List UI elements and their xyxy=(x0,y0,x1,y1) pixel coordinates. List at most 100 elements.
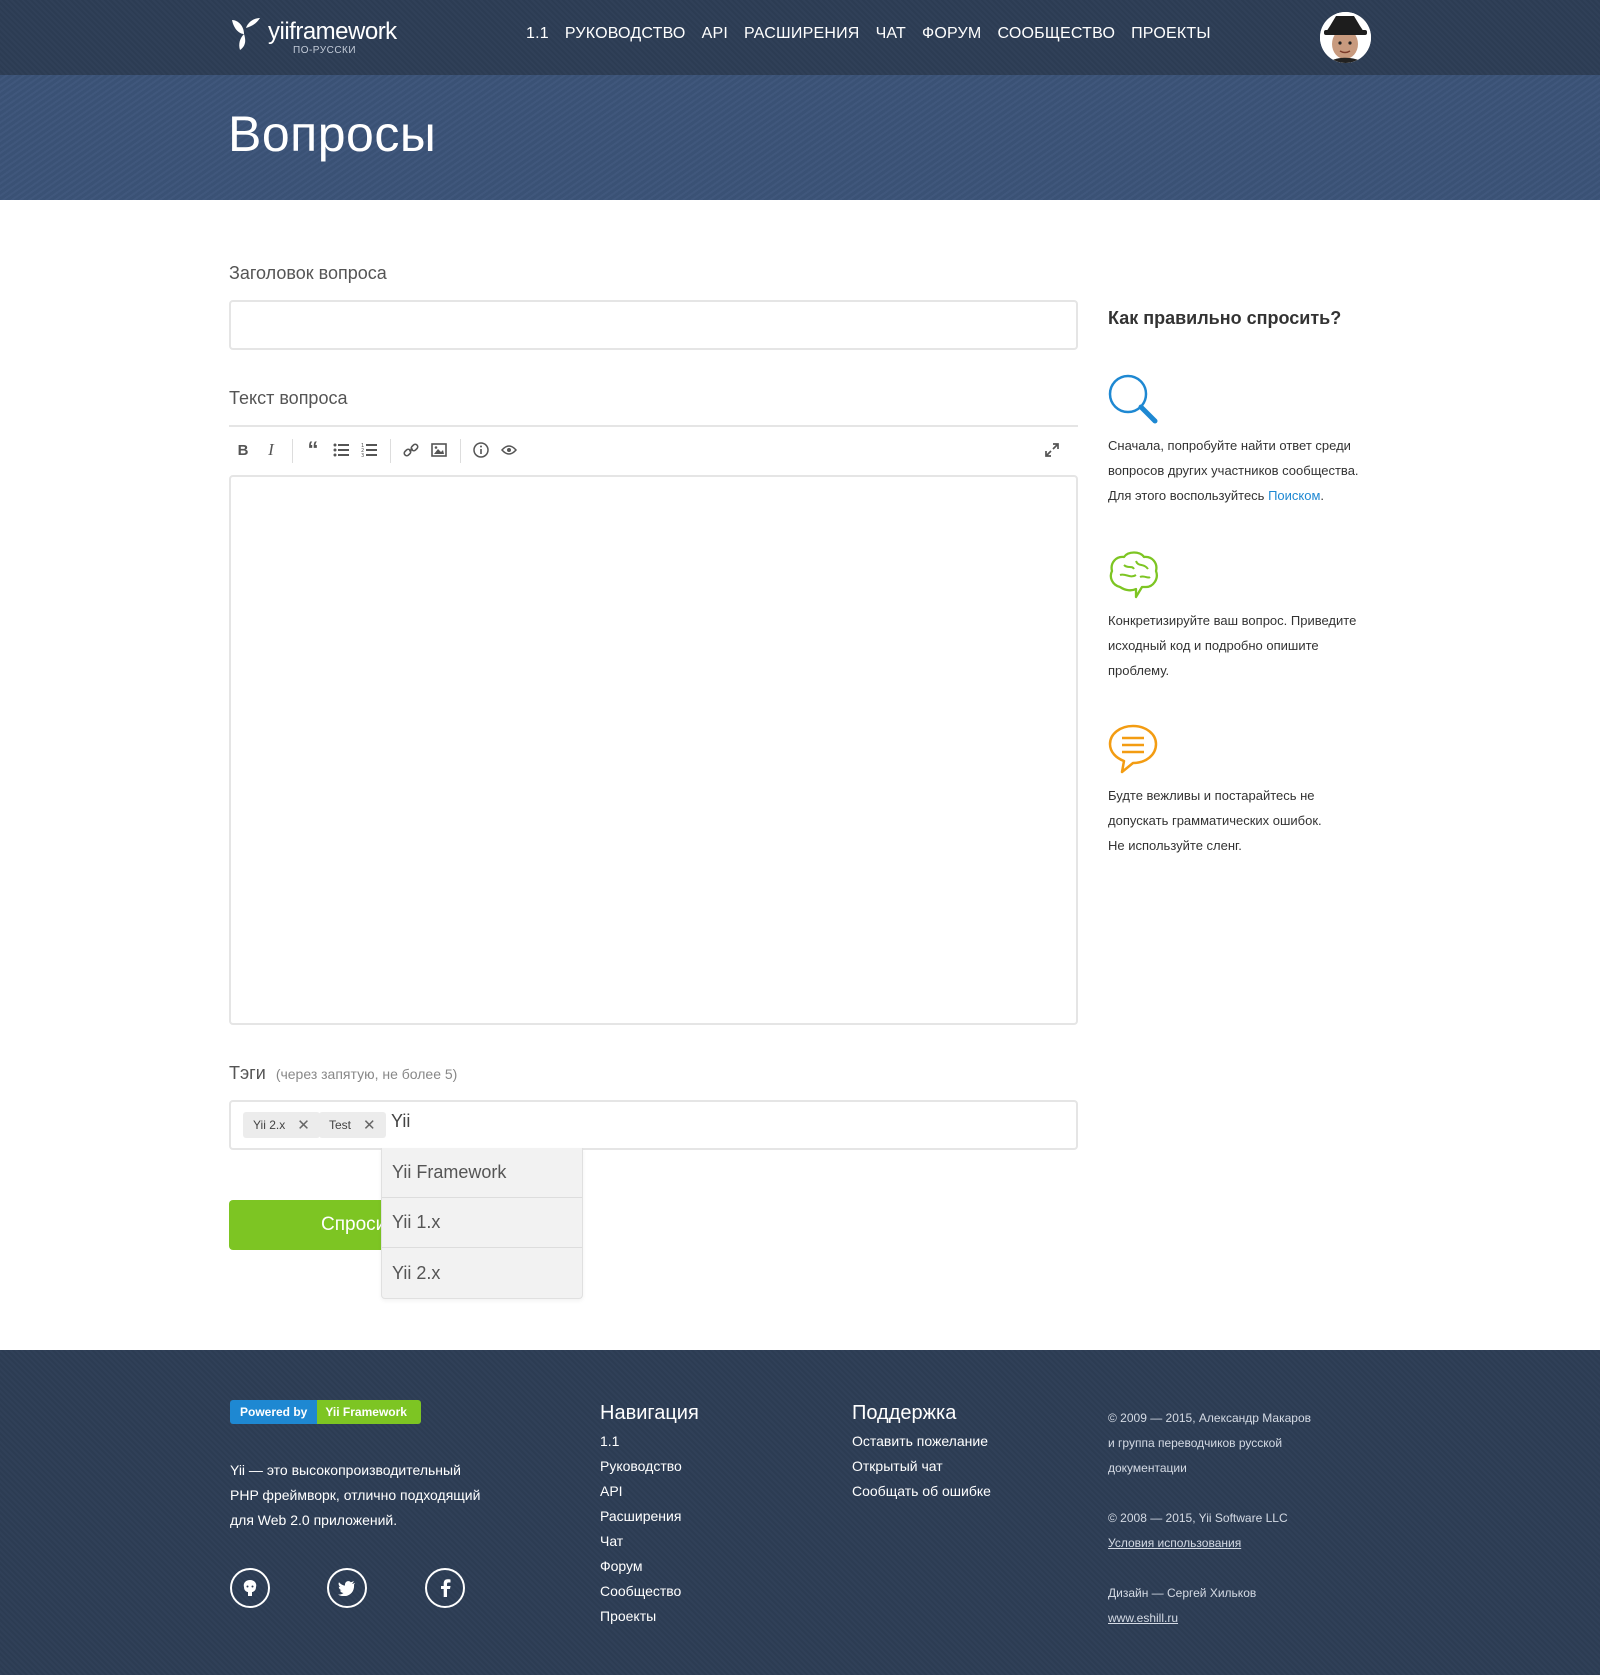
tags-hint: (через запятую, не более 5) xyxy=(275,1066,458,1082)
link-icon[interactable] xyxy=(400,439,422,461)
footer-support-link[interactable]: Оставить пожелание xyxy=(852,1429,991,1454)
footer-support-link[interactable]: Открытый чат xyxy=(852,1454,991,1479)
footer-nav-title: Навигация xyxy=(600,1402,699,1424)
footer-nav-link[interactable]: API xyxy=(600,1479,699,1504)
toolbar-divider xyxy=(460,439,461,463)
question-text-editor[interactable] xyxy=(229,475,1078,1025)
footer-nav-link[interactable]: 1.1 xyxy=(600,1429,699,1454)
remove-tag-icon[interactable]: ✕ xyxy=(297,1116,310,1134)
avatar-image xyxy=(1320,12,1371,63)
page-hero: Вопросы xyxy=(0,75,1600,200)
tip-line: Для этого воспользуйтесь Поиском. xyxy=(1108,483,1378,508)
nav-item-extensions[interactable]: РАСШИРЕНИЯ xyxy=(744,25,860,43)
main-nav: 1.1 РУКОВОДСТВО API РАСШИРЕНИЯ ЧАТ ФОРУМ… xyxy=(526,25,1227,43)
copyright-line: документации xyxy=(1108,1461,1187,1475)
suggestion-item[interactable]: Yii 2.x xyxy=(382,1248,582,1298)
footer-description-line: PHP фреймворк, отлично подходящий xyxy=(230,1487,481,1503)
preview-icon[interactable] xyxy=(498,439,520,461)
design-credit: Дизайн — Сергей Хильков xyxy=(1108,1586,1257,1600)
tip-line: Будте вежливы и постарайтесь не xyxy=(1108,788,1315,803)
copyright-line: и группа переводчиков русской xyxy=(1108,1436,1283,1450)
tag-chip: Test ✕ xyxy=(319,1112,386,1138)
nav-item-guide[interactable]: РУКОВОДСТВО xyxy=(565,25,686,43)
unordered-list-icon[interactable] xyxy=(330,439,352,461)
tag-chip-label: Yii 2.x xyxy=(253,1118,286,1132)
tag-suggestions-dropdown: Yii Framework Yii 1.x Yii 2.x xyxy=(381,1148,583,1299)
copyright-yii: © 2008 — 2015, Yii Software LLC xyxy=(1108,1511,1288,1525)
footer-nav-link[interactable]: Проекты xyxy=(600,1604,699,1629)
tip-line-text: Для этого воспользуйтесь xyxy=(1108,488,1269,503)
tip-line: Конкретизируйте ваш вопрос. Приведите xyxy=(1108,613,1357,628)
suggestion-item[interactable]: Yii 1.x xyxy=(382,1198,582,1248)
tip-line: Сначала, попробуйте найти ответ среди xyxy=(1108,438,1351,453)
brain-icon xyxy=(1109,551,1158,599)
github-icon[interactable] xyxy=(230,1568,270,1608)
fullscreen-icon[interactable] xyxy=(1041,439,1063,461)
nav-item-community[interactable]: СООБЩЕСТВО xyxy=(997,25,1115,43)
quote-icon[interactable]: “ xyxy=(302,437,324,462)
twitter-icon[interactable] xyxy=(327,1568,367,1608)
footer-nav-link[interactable]: Руководство xyxy=(600,1454,699,1479)
user-avatar[interactable] xyxy=(1320,12,1371,63)
nav-item-forum[interactable]: ФОРУМ xyxy=(922,25,981,43)
bold-icon[interactable]: B xyxy=(232,439,254,461)
footer-support-title: Поддержка xyxy=(852,1402,957,1424)
tip-specify: Конкретизируйте ваш вопрос. Приведите ис… xyxy=(1108,608,1378,683)
tag-input-value[interactable]: Yii xyxy=(391,1111,410,1132)
ordered-list-icon[interactable]: 123 xyxy=(358,439,380,461)
nav-item-projects[interactable]: ПРОЕКТЫ xyxy=(1131,25,1211,43)
tip-line-suffix: . xyxy=(1320,488,1325,503)
powered-by-name: Yii Framework xyxy=(317,1400,421,1424)
tip-line: допускать грамматических ошибок. xyxy=(1108,813,1322,828)
speech-bubble-icon xyxy=(1108,724,1158,774)
tip-line: исходный код и подробно опишите xyxy=(1108,638,1319,653)
nav-item-api[interactable]: API xyxy=(702,25,728,43)
footer-nav-link[interactable]: Форум xyxy=(600,1554,699,1579)
search-icon xyxy=(1108,374,1158,424)
logo-text: yiiframework xyxy=(268,18,397,45)
footer-description-line: для Web 2.0 приложений. xyxy=(230,1512,398,1528)
top-navbar: yiiframework ПО-РУССКИ 1.1 РУКОВОДСТВО A… xyxy=(0,0,1600,75)
sidebar-title: Как правильно спросить? xyxy=(1108,308,1342,328)
footer-nav-link[interactable]: Чат xyxy=(600,1529,699,1554)
tags-label-row: Тэги (через запятую, не более 5) xyxy=(229,1063,457,1084)
page-title: Вопросы xyxy=(228,106,437,162)
tag-chip: Yii 2.x ✕ xyxy=(243,1112,320,1138)
tags-label: Тэги xyxy=(229,1063,266,1083)
footer-nav-link[interactable]: Расширения xyxy=(600,1504,699,1529)
footer-description-line: Yii — это высокопроизводительный xyxy=(230,1462,461,1478)
toolbar-divider xyxy=(292,439,293,463)
tip-polite: Будте вежливы и постарайтесь не допускат… xyxy=(1108,783,1378,858)
suggestion-item[interactable]: Yii Framework xyxy=(382,1148,582,1198)
yii-logo-icon xyxy=(232,18,260,50)
info-icon[interactable] xyxy=(470,439,492,461)
toolbar-divider xyxy=(390,439,391,463)
terms-link[interactable]: Условия использования xyxy=(1108,1536,1241,1550)
powered-by-badge[interactable]: Powered by Yii Framework xyxy=(230,1400,421,1424)
footer-description: Yii — это высокопроизводительный PHP фре… xyxy=(230,1458,500,1533)
logo-subtitle: ПО-РУССКИ xyxy=(293,45,357,56)
tip-line: вопросов других участников сообщества. xyxy=(1108,463,1359,478)
question-title-input[interactable] xyxy=(229,300,1078,350)
footer-credits: © 2009 — 2015, Александр Макаров и групп… xyxy=(1108,1406,1338,1631)
tag-chip-label: Test xyxy=(329,1118,352,1132)
logo[interactable]: yiiframework ПО-РУССКИ xyxy=(228,16,398,58)
facebook-icon[interactable] xyxy=(425,1568,465,1608)
nav-item-chat[interactable]: ЧАТ xyxy=(876,25,906,43)
italic-icon[interactable]: I xyxy=(260,439,282,461)
footer-nav: Навигация 1.1 Руководство API Расширения… xyxy=(600,1402,699,1629)
powered-by-label: Powered by xyxy=(230,1400,318,1424)
search-link[interactable]: Поиском xyxy=(1268,488,1320,503)
footer: Powered by Yii Framework Yii — это высок… xyxy=(0,1350,1600,1675)
svg-text:3: 3 xyxy=(361,453,364,458)
title-label: Заголовок вопроса xyxy=(229,263,387,283)
nav-item-11[interactable]: 1.1 xyxy=(526,25,549,43)
designer-site-link[interactable]: www.eshill.ru xyxy=(1108,1611,1178,1625)
remove-tag-icon[interactable]: ✕ xyxy=(363,1116,376,1134)
text-label: Текст вопроса xyxy=(229,388,348,408)
image-icon[interactable] xyxy=(428,439,450,461)
footer-support-link[interactable]: Сообщать об ошибке xyxy=(852,1479,991,1504)
tip-search: Сначала, попробуйте найти ответ среди во… xyxy=(1108,433,1378,508)
editor-toolbar: B I “ 123 xyxy=(229,425,1078,475)
footer-nav-link[interactable]: Сообщество xyxy=(600,1579,699,1604)
